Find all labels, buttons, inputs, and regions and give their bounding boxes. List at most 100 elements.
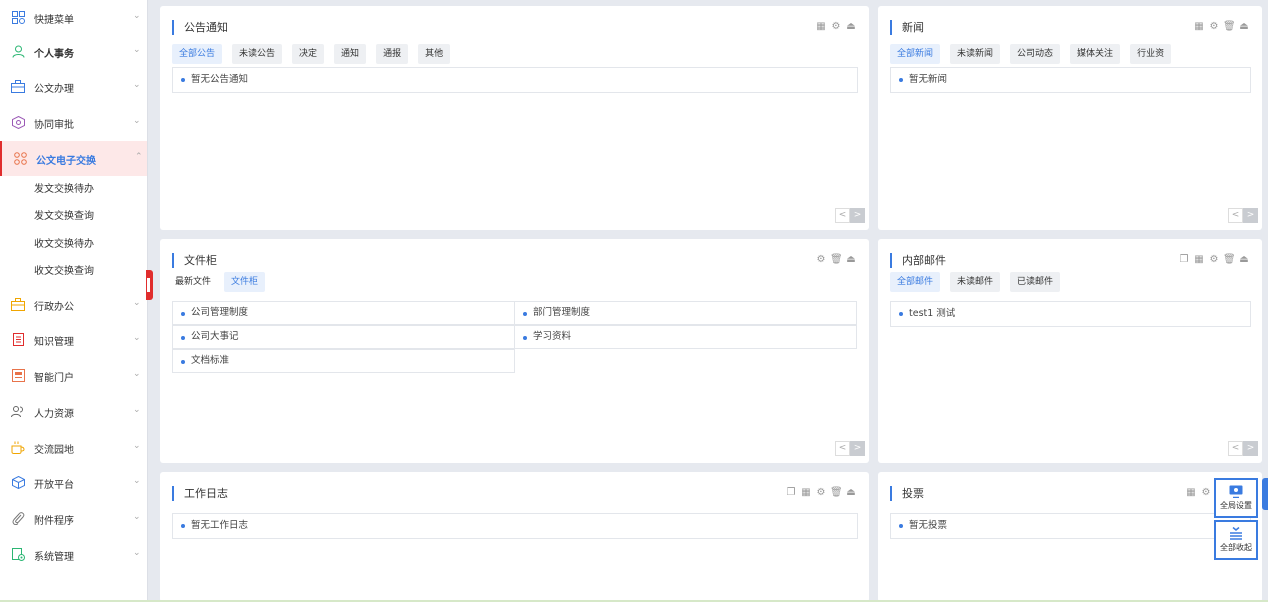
sidebar-item-document-handling[interactable]: 公文办理 ⌄: [0, 69, 147, 104]
pager: < >: [835, 208, 865, 223]
chevron-down-icon: ⌄: [133, 45, 141, 55]
sidebar-item-knowledge[interactable]: 知识管理 ⌄: [0, 322, 147, 357]
gear-icon[interactable]: ⚙: [815, 487, 827, 499]
layout-icon[interactable]: ▦: [815, 21, 827, 33]
list-item[interactable]: 暂无新闻: [891, 68, 1250, 92]
next-page-button[interactable]: >: [1243, 441, 1258, 456]
tab-bulletins[interactable]: 通报: [376, 44, 409, 64]
tab-all-mail[interactable]: 全部邮件: [890, 272, 941, 292]
sidebar-item-open-platform[interactable]: 开放平台 ⌄: [0, 465, 147, 500]
cube-icon: [11, 115, 25, 129]
sidebar-item-administration[interactable]: 行政办公 ⌄: [0, 287, 147, 322]
sidebar-collapse-handle[interactable]: [146, 270, 153, 300]
tab-all-news[interactable]: 全部新闻: [890, 44, 941, 64]
tab-unread-notices[interactable]: 未读公告: [232, 44, 283, 64]
chevron-down-icon: ⌄: [133, 333, 141, 343]
sidebar-subitem-outgoing-query[interactable]: 发文交换查询: [0, 204, 147, 230]
list-item[interactable]: 暂无工作日志: [173, 514, 857, 538]
collapse-icon[interactable]: ⏏: [1238, 254, 1250, 266]
tab-unread-mail[interactable]: 未读邮件: [950, 272, 1001, 292]
sidebar-item-system-management[interactable]: 系统管理 ⌄: [0, 537, 147, 572]
trash-icon[interactable]: 🗑: [1223, 21, 1236, 33]
right-edge-handle[interactable]: [1262, 478, 1268, 510]
panel-tools: ▦ ⚙ 🗑 ⏏: [1193, 21, 1250, 33]
collapse-icon[interactable]: ⏏: [845, 21, 857, 33]
sidebar-item-community[interactable]: 交流园地 ⌄: [0, 430, 147, 465]
copy-icon[interactable]: ❐: [1178, 254, 1190, 266]
sidebar-subitem-outgoing-pending[interactable]: 发文交换待办: [0, 177, 147, 203]
sidebar-subitem-incoming-pending[interactable]: 收文交换待办: [0, 232, 147, 258]
tab-media-attention[interactable]: 媒体关注: [1070, 44, 1121, 64]
sidebar-subitem-incoming-query[interactable]: 收文交换查询: [0, 259, 147, 285]
notice-list: 暂无公告通知: [172, 67, 858, 93]
list-item[interactable]: 暂无公告通知: [173, 68, 857, 92]
next-page-button[interactable]: >: [1243, 208, 1258, 223]
panel-tools: ⚙ 🗑 ⏏: [815, 254, 857, 266]
collapse-icon[interactable]: ⏏: [1238, 21, 1250, 33]
trash-icon[interactable]: 🗑: [830, 487, 843, 499]
folder-item[interactable]: 公司大事记: [172, 325, 515, 349]
list-item[interactable]: test1 测试: [891, 302, 1250, 326]
next-page-button[interactable]: >: [850, 208, 865, 223]
sidebar-item-attachments[interactable]: 附件程序 ⌄: [0, 501, 147, 536]
sidebar-item-collaborative-approval[interactable]: 协同审批 ⌄: [0, 105, 147, 140]
panel-title: 投票: [890, 486, 924, 501]
gear-icon[interactable]: ⚙: [1208, 21, 1220, 33]
sidebar-item-smart-portal[interactable]: 智能门户 ⌄: [0, 358, 147, 393]
global-settings-button[interactable]: 全局设置: [1214, 478, 1258, 518]
gear-icon[interactable]: ⚙: [1208, 254, 1220, 266]
folder-item[interactable]: 文档标准: [172, 349, 515, 373]
gear-icon[interactable]: ⚙: [1200, 487, 1212, 499]
mail-list: test1 测试: [890, 301, 1251, 327]
prev-page-button[interactable]: <: [1228, 208, 1243, 223]
prev-page-button[interactable]: <: [835, 208, 850, 223]
collapse-list-icon: [1229, 526, 1243, 540]
tab-industry-news[interactable]: 行业资: [1130, 44, 1172, 64]
sidebar-item-label: 个人事务: [34, 49, 74, 60]
chevron-down-icon: ⌄: [133, 548, 141, 558]
prev-page-button[interactable]: <: [1228, 441, 1243, 456]
tab-unread-news[interactable]: 未读新闻: [950, 44, 1001, 64]
sidebar-item-label: 人力资源: [34, 409, 74, 420]
tab-others[interactable]: 其他: [418, 44, 451, 64]
tab-all-notices[interactable]: 全部公告: [172, 44, 223, 64]
gear-icon[interactable]: ⚙: [830, 21, 842, 33]
chevron-down-icon: ⌄: [133, 369, 141, 379]
layout-icon[interactable]: ▦: [1193, 254, 1205, 266]
chevron-down-icon: ⌄: [133, 476, 141, 486]
tab-notifications[interactable]: 通知: [334, 44, 367, 64]
tab-latest-files[interactable]: 最新文件: [172, 272, 215, 292]
collapse-all-button[interactable]: 全部收起: [1214, 520, 1258, 560]
paperclip-icon: [11, 511, 25, 525]
tab-company-news[interactable]: 公司动态: [1010, 44, 1061, 64]
gear-icon[interactable]: ⚙: [815, 254, 827, 266]
copy-icon[interactable]: ❐: [785, 487, 797, 499]
collapse-icon[interactable]: ⏏: [845, 254, 857, 266]
folder-item[interactable]: 公司管理制度: [172, 301, 515, 325]
sidebar-item-label: 交流园地: [34, 445, 74, 456]
collapse-icon[interactable]: ⏏: [845, 487, 857, 499]
layout-icon[interactable]: ▦: [1185, 487, 1197, 499]
layout-icon[interactable]: ▦: [800, 487, 812, 499]
layout-icon[interactable]: ▦: [1193, 21, 1205, 33]
chevron-down-icon: ⌄: [133, 298, 141, 308]
next-page-button[interactable]: >: [850, 441, 865, 456]
sidebar-item-human-resources[interactable]: 人力资源 ⌄: [0, 394, 147, 429]
trash-icon[interactable]: 🗑: [1223, 254, 1236, 266]
sidebar-item-label: 知识管理: [34, 337, 74, 348]
tab-read-mail[interactable]: 已读邮件: [1010, 272, 1061, 292]
sidebar-item-document-exchange[interactable]: 公文电子交换 ⌃: [0, 141, 147, 176]
prev-page-button[interactable]: <: [835, 441, 850, 456]
apps-icon: [13, 151, 27, 165]
sidebar-item-label: 公文电子交换: [36, 156, 96, 167]
tab-decisions[interactable]: 决定: [292, 44, 325, 64]
trash-icon[interactable]: 🗑: [830, 254, 843, 266]
chevron-down-icon: ⌄: [133, 11, 141, 21]
list-item[interactable]: 暂无投票: [891, 514, 1250, 538]
folder-item[interactable]: 部门管理制度: [514, 301, 857, 325]
sidebar-item-shortcut-menu[interactable]: 快捷菜单 ⌄: [0, 0, 147, 35]
sidebar-item-personal-affairs[interactable]: 个人事务 ⌄: [0, 34, 147, 69]
tab-file-cabinet[interactable]: 文件柜: [224, 272, 266, 292]
folder-item[interactable]: 学习资料: [514, 325, 857, 349]
chevron-up-icon: ⌃: [135, 152, 143, 162]
